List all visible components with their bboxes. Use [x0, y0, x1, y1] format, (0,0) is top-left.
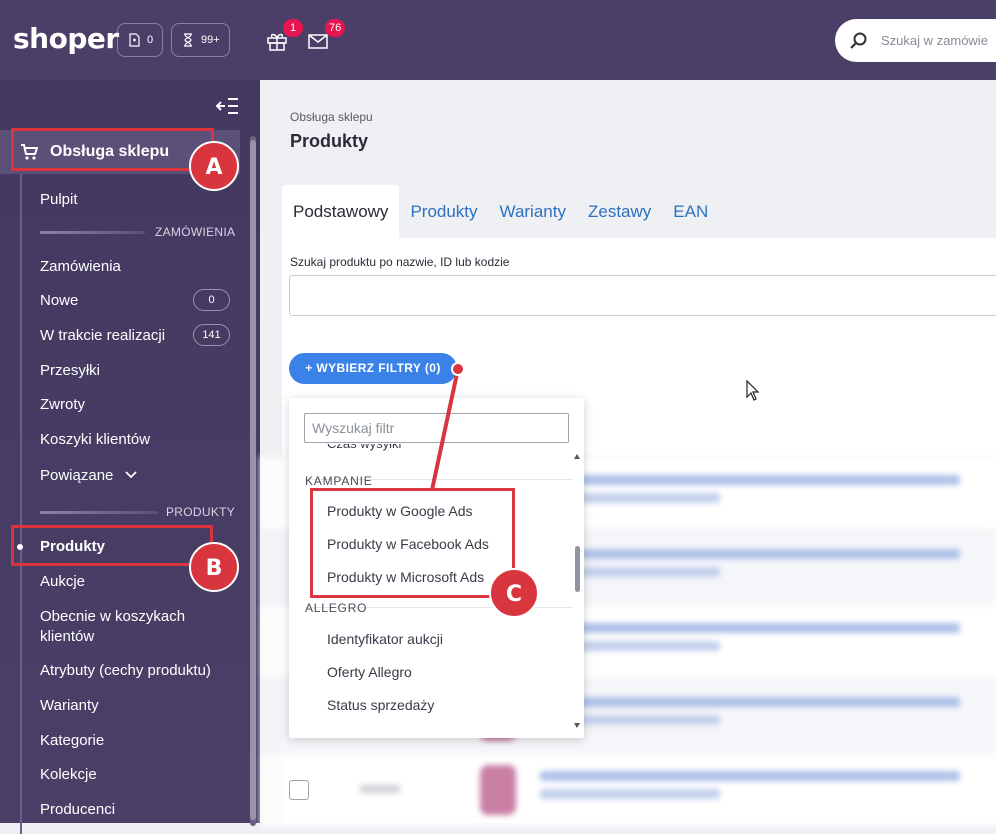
annotation-highlight-a	[11, 128, 214, 171]
sidebar-item-zwroty[interactable]: Zwroty	[40, 395, 85, 415]
sidebar-item-powiazane[interactable]: Powiązane	[40, 466, 138, 486]
product-search-input[interactable]	[289, 275, 996, 316]
choose-filters-button[interactable]: + WYBIERZ FILTRY (0)	[289, 353, 457, 384]
sidebar-item-w-trakcie-realizacji[interactable]: W trakcie realizacji	[40, 326, 165, 346]
sidebar-item-zamowienia[interactable]: Zamówienia	[40, 257, 121, 277]
collapse-sidebar-icon[interactable]	[215, 96, 239, 116]
tab-zestawy[interactable]: Zestawy	[577, 185, 662, 238]
annotation-badge-c: C	[489, 568, 539, 618]
product-search-label: Szukaj produktu po nazwie, ID lub kodzie	[290, 255, 510, 269]
annotation-dot	[451, 362, 465, 376]
sidebar-item-producenci[interactable]: Producenci	[40, 800, 115, 820]
nowe-count-badge: 0	[193, 289, 230, 311]
group-divider	[40, 511, 158, 514]
group-label-produkty: PRODUKTY	[166, 505, 236, 519]
document-icon	[129, 33, 140, 47]
sidebar-item-koszyki-klientow[interactable]: Koszyki klientów	[40, 430, 150, 450]
annotation-highlight-b	[11, 525, 213, 566]
shoper-logo[interactable]: shoper	[13, 22, 119, 55]
dropdown-scroll-down-icon[interactable]	[574, 723, 580, 728]
group-divider	[40, 231, 145, 234]
annotation-badge-a: A	[189, 141, 239, 191]
tab-produkty[interactable]: Produkty	[399, 185, 488, 238]
sidebar-item-warianty[interactable]: Warianty	[40, 696, 99, 716]
powiazane-label: Powiązane	[40, 467, 114, 484]
filter-section-kampanie: KAMPANIE	[305, 474, 373, 488]
chevron-down-icon	[124, 471, 137, 479]
filter-item-status-sprzedazy[interactable]: Status sprzedaży	[327, 697, 434, 713]
sidebar-item-nowe[interactable]: Nowe	[40, 291, 78, 311]
dropdown-scroll-up-icon[interactable]	[574, 454, 580, 459]
sidebar: Obsługa sklepu Pulpit ZAMÓWIENIA Zamówie…	[0, 80, 260, 834]
pending-count: 99+	[201, 34, 220, 46]
search-icon	[850, 32, 867, 49]
breadcrumb[interactable]: Obsługa sklepu	[290, 110, 373, 124]
sidebar-item-pulpit[interactable]: Pulpit	[40, 190, 78, 210]
pending-counter-button[interactable]: 99+	[171, 23, 230, 57]
sidebar-item-aukcje[interactable]: Aukcje	[40, 572, 85, 592]
sidebar-item-kolekcje[interactable]: Kolekcje	[40, 765, 97, 785]
mouse-cursor-icon	[746, 380, 760, 401]
documents-counter-button[interactable]: 0	[117, 23, 164, 57]
table-row[interactable]	[260, 752, 996, 826]
tab-podstawowy[interactable]: Podstawowy	[282, 185, 400, 238]
gift-badge: 1	[283, 19, 303, 37]
global-search-input[interactable]: Szukaj w zamówie	[835, 19, 996, 62]
mail-badge: 76	[325, 19, 346, 37]
hourglass-icon	[184, 33, 192, 47]
sidebar-item-obecnie-w-koszykach[interactable]: Obecnie w koszykach klientów	[40, 607, 200, 647]
w-trakcie-count-badge: 141	[193, 324, 230, 346]
tab-ean[interactable]: EAN	[662, 185, 719, 238]
annotation-highlight-c	[310, 488, 515, 598]
sidebar-item-atrybuty[interactable]: Atrybuty (cechy produktu)	[40, 661, 211, 681]
tree-line	[20, 174, 22, 834]
top-bar: shoper 0 99+ 1 76 Szukaj w zamówie	[0, 0, 996, 80]
tab-warianty[interactable]: Warianty	[489, 185, 577, 238]
sidebar-item-kategorie[interactable]: Kategorie	[40, 731, 104, 751]
filter-item-identyfikator-aukcji[interactable]: Identyfikator aukcji	[327, 631, 443, 647]
filter-search-input[interactable]: Wyszukaj filtr	[304, 413, 569, 443]
mail-icon[interactable]	[307, 30, 329, 52]
annotation-badge-b: B	[189, 542, 239, 592]
group-label-zamowienia: ZAMÓWIENIA	[155, 225, 236, 239]
dropdown-scroll-thumb[interactable]	[575, 546, 580, 592]
filter-item-czas-wysylki[interactable]: Czas wysyłki	[327, 444, 401, 454]
sidebar-item-przesylki[interactable]: Przesyłki	[40, 361, 100, 381]
global-search-placeholder: Szukaj w zamówie	[881, 33, 988, 48]
page-title: Produkty	[290, 131, 369, 151]
filter-item-oferty-allegro[interactable]: Oferty Allegro	[327, 664, 412, 680]
documents-count: 0	[147, 34, 154, 46]
filter-section-allegro: ALLEGRO	[305, 601, 368, 615]
sidebar-scroll-thumb[interactable]	[250, 140, 256, 820]
row-checkbox[interactable]	[289, 780, 309, 800]
tabs: Podstawowy Produkty Warianty Zestawy EAN	[282, 185, 719, 238]
